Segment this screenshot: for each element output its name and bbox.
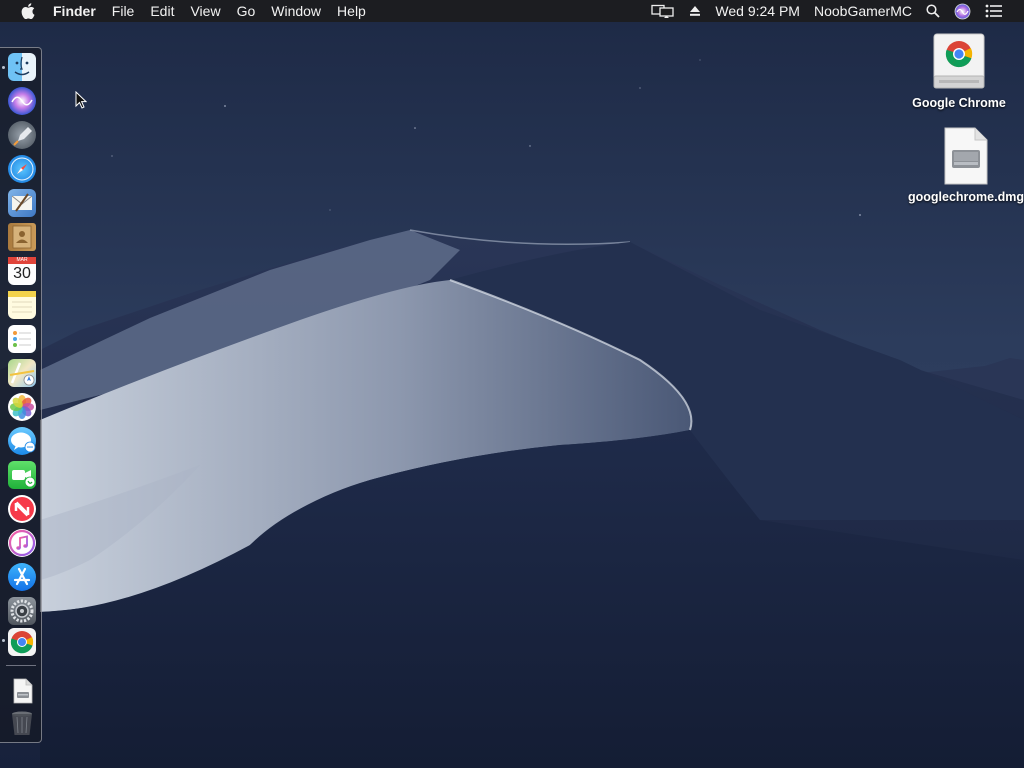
menu-file[interactable]: File	[104, 0, 143, 22]
dock-notes[interactable]	[8, 291, 36, 319]
airplay-display-icon[interactable]	[644, 4, 682, 19]
menu-clock[interactable]: Wed 9:24 PM	[708, 0, 807, 22]
dock: MAR 30	[0, 47, 42, 743]
dock-trash[interactable]	[8, 709, 36, 737]
mouse-cursor-icon	[75, 91, 87, 109]
eject-icon[interactable]	[682, 5, 708, 17]
calendar-date-badge: 30	[13, 265, 31, 282]
desktop-icon-label: googlechrome.dmg	[908, 190, 1024, 204]
menu-view[interactable]: View	[182, 0, 228, 22]
siri-icon[interactable]	[947, 3, 978, 20]
dock-safari[interactable]	[8, 155, 36, 183]
menu-go[interactable]: Go	[229, 0, 264, 22]
menu-user[interactable]: NoobGamerMC	[807, 0, 919, 22]
reminders-icon	[13, 331, 31, 347]
dmg-file-icon	[944, 127, 988, 185]
photos-icon	[10, 395, 34, 419]
running-indicator	[2, 639, 5, 642]
desktop-icon-google-chrome-volume[interactable]: Google Chrome	[906, 32, 1012, 110]
contacts-icon	[12, 225, 32, 249]
dock-reminders[interactable]	[8, 325, 36, 353]
facetime-icon	[12, 470, 36, 488]
spotlight-search-icon[interactable]	[919, 4, 947, 18]
maps-icon	[9, 362, 35, 386]
dock-maps[interactable]	[8, 359, 36, 387]
mojave-dark-wallpaper	[0, 0, 1024, 768]
dock-facetime[interactable]	[8, 461, 36, 489]
itunes-icon	[8, 529, 36, 557]
system-preferences-icon	[10, 599, 34, 623]
safari-icon	[10, 157, 34, 181]
menu-app-name[interactable]: Finder	[53, 0, 104, 22]
mail-icon	[11, 193, 33, 212]
calendar-month: MAR	[8, 257, 36, 264]
menu-bar: Finder File Edit View Go Window Help Wed…	[0, 0, 1024, 22]
app-store-icon	[13, 567, 31, 586]
dock-mail[interactable]	[8, 189, 36, 217]
finder-icon	[14, 56, 30, 76]
siri-icon	[11, 96, 33, 106]
dock-finder[interactable]	[8, 53, 36, 81]
desktop-icon-label: Google Chrome	[912, 96, 1006, 110]
dock-google-chrome[interactable]	[8, 628, 36, 656]
apple-icon[interactable]	[17, 3, 39, 19]
chrome-icon	[10, 631, 34, 654]
dock-system-preferences[interactable]	[8, 597, 36, 625]
running-indicator	[2, 66, 5, 69]
desktop-icon-googlechrome-dmg[interactable]: googlechrome.dmg	[908, 126, 1024, 204]
chrome-volume-icon	[933, 33, 985, 89]
news-icon	[10, 497, 34, 521]
dock-downloads-stack[interactable]	[8, 677, 36, 705]
messages-icon	[11, 432, 36, 453]
dock-launchpad[interactable]	[8, 121, 36, 149]
desktop	[0, 0, 1024, 768]
dock-calendar[interactable]: MAR 30	[8, 257, 36, 285]
notification-center-icon[interactable]	[978, 4, 1010, 18]
disk-image-icon	[13, 678, 33, 704]
dock-contacts[interactable]	[8, 223, 36, 251]
dock-separator	[6, 665, 36, 666]
menu-help[interactable]: Help	[329, 0, 374, 22]
menu-edit[interactable]: Edit	[142, 0, 182, 22]
menu-extras: Wed 9:24 PM NoobGamerMC	[644, 0, 1024, 22]
notes-icon	[8, 291, 36, 313]
menu-window[interactable]: Window	[263, 0, 329, 22]
dock-news[interactable]	[8, 495, 36, 523]
dock-siri[interactable]	[8, 87, 36, 115]
dock-app-store[interactable]	[8, 563, 36, 591]
dock-photos[interactable]	[8, 393, 36, 421]
trash-icon	[12, 711, 32, 735]
dock-itunes[interactable]	[8, 529, 36, 557]
dock-messages[interactable]	[8, 427, 36, 455]
launchpad-icon	[13, 127, 32, 146]
